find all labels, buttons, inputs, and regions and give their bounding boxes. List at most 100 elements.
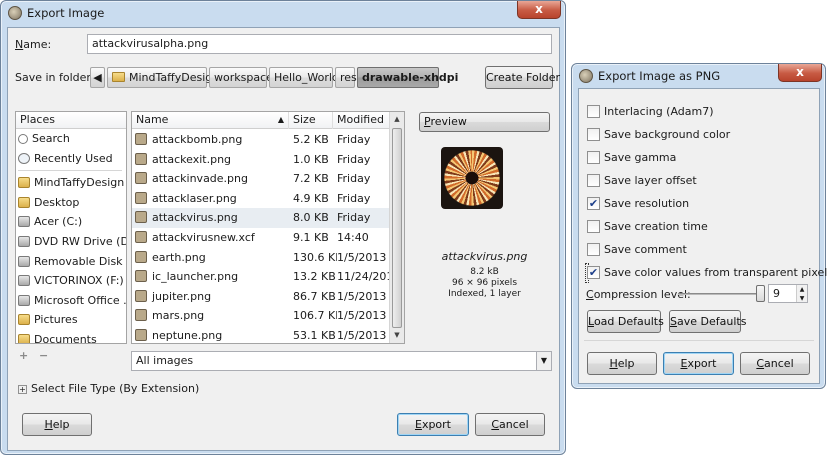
- file-row[interactable]: jupiter.png 86.7 KB 1/5/2013: [132, 287, 389, 307]
- column-modified[interactable]: Modified: [333, 112, 391, 129]
- export-button[interactable]: Export: [397, 413, 469, 436]
- file-size: 4.9 KB: [293, 191, 329, 205]
- add-place-button[interactable]: +: [19, 349, 28, 362]
- file-name: attackvirusnew.xcf: [152, 231, 255, 244]
- place-dvd-d[interactable]: DVD RW Drive (D:): [16, 232, 126, 252]
- file-size: 86.7 KB: [293, 289, 336, 303]
- place-pictures[interactable]: Pictures: [16, 310, 126, 330]
- file-size: 1.0 KB: [293, 152, 329, 166]
- png-export-button[interactable]: Export: [663, 352, 734, 375]
- export-image-window: Export Image x Name: attackvirusalpha.pn…: [0, 0, 566, 455]
- file-size: 13.2 KB: [293, 270, 336, 284]
- checkbox[interactable]: ✔: [587, 266, 600, 279]
- folder-icon: [18, 314, 30, 326]
- png-close-button[interactable]: x: [778, 64, 822, 82]
- scroll-down-icon[interactable]: ▼: [390, 328, 404, 343]
- file-filter-combo[interactable]: All images ▼: [131, 351, 552, 371]
- image-file-icon: [135, 250, 147, 263]
- file-row[interactable]: attackinvade.png 7.2 KB Friday: [132, 169, 389, 189]
- files-scroll-thumb[interactable]: [392, 128, 402, 328]
- gimp-icon: [8, 6, 22, 20]
- file-row[interactable]: neptune.png 53.1 KB 1/5/2013: [132, 326, 389, 343]
- file-row[interactable]: ic_launcher.png 13.2 KB11/24/2012: [132, 267, 393, 287]
- checkbox[interactable]: [587, 174, 600, 187]
- place-search[interactable]: Search: [16, 129, 126, 149]
- file-row[interactable]: attackexit.png 1.0 KB Friday: [132, 150, 389, 170]
- preview-toggle-button[interactable]: Preview: [419, 112, 550, 132]
- checkbox[interactable]: [587, 105, 600, 118]
- checkbox[interactable]: [587, 220, 600, 233]
- export-image-titlebar[interactable]: Export Image x: [1, 1, 565, 25]
- file-modified: 1/5/2013: [337, 329, 387, 342]
- place-mindtaffydesign[interactable]: MindTaffyDesign: [16, 173, 126, 193]
- file-row[interactable]: earth.png 130.6 KB1/5/2013: [132, 248, 389, 268]
- place-microsoft-office[interactable]: Microsoft Office ...: [16, 291, 126, 311]
- png-button-divider: [584, 340, 814, 341]
- place-documents[interactable]: Documents: [16, 330, 126, 343]
- place-victorinox-f[interactable]: VICTORINOX (F:): [16, 271, 126, 291]
- option-label: Save creation time: [604, 220, 708, 233]
- file-size: 130.6 KB: [293, 250, 337, 264]
- compression-label: Compression level:: [586, 288, 691, 301]
- spin-arrows-icon[interactable]: ▲ ▼: [796, 285, 807, 302]
- file-modified: Friday: [337, 152, 371, 166]
- png-options-titlebar[interactable]: Export Image as PNG x: [572, 64, 825, 88]
- place-recently-used[interactable]: Recently Used: [16, 149, 126, 169]
- file-row[interactable]: attackvirusnew.xcf 9.1 KB 14:40: [132, 228, 389, 248]
- places-header[interactable]: Places: [16, 112, 126, 129]
- path-segment-mindtaffydesign[interactable]: MindTaffyDesign: [107, 67, 219, 88]
- close-button[interactable]: x: [517, 1, 561, 19]
- place-acer-c[interactable]: Acer (C:): [16, 212, 126, 232]
- checkbox[interactable]: ✔: [587, 197, 600, 210]
- file-row[interactable]: mars.png 106.7 KB1/5/2013: [132, 306, 389, 326]
- file-row[interactable]: attackbomb.png 5.2 KB Friday: [132, 130, 389, 150]
- file-name: attackexit.png: [152, 152, 232, 166]
- compression-slider-track[interactable]: [678, 293, 762, 295]
- folder-icon: [18, 196, 30, 208]
- file-name: attackinvade.png: [152, 172, 248, 186]
- file-modified: 14:40: [337, 231, 369, 244]
- name-input[interactable]: attackvirusalpha.png: [87, 34, 552, 54]
- remove-place-button[interactable]: −: [39, 349, 48, 362]
- file-name: earth.png: [152, 250, 206, 264]
- path-segment-res[interactable]: res: [335, 67, 357, 88]
- checkbox[interactable]: [587, 128, 600, 141]
- checkbox[interactable]: [587, 151, 600, 164]
- compression-slider-thumb[interactable]: [756, 285, 765, 302]
- file-name: jupiter.png: [152, 289, 212, 303]
- place-desktop[interactable]: Desktop: [16, 193, 126, 213]
- column-name[interactable]: Name ▲: [132, 112, 289, 129]
- dvd-drive-icon: [18, 235, 30, 247]
- preview-dimensions: 96 × 96 pixels: [451, 278, 518, 288]
- place-removable-e[interactable]: Removable Disk (E:): [16, 252, 126, 272]
- path-segment-workspace[interactable]: workspace: [209, 67, 273, 88]
- file-name: attackbomb.png: [152, 133, 243, 146]
- file-row[interactable]: attackvirus.png 8.0 KB Friday: [132, 208, 389, 228]
- path-segment-drawable-xhdpi[interactable]: drawable-xhdpi: [357, 67, 458, 88]
- removable-drive-icon: [18, 255, 30, 267]
- file-size: 7.2 KB: [293, 172, 329, 186]
- path-back-arrow[interactable]: ◀: [90, 67, 105, 88]
- column-size[interactable]: Size: [289, 112, 333, 129]
- files-scrollbar[interactable]: ▲ ▼: [389, 112, 404, 343]
- load-defaults-button[interactable]: Load Defaults: [587, 310, 664, 333]
- path-segment-hello-world[interactable]: Hello_World: [269, 67, 339, 88]
- save-defaults-button[interactable]: Save Defaults: [669, 310, 746, 333]
- create-folder-button[interactable]: Create Folder: [485, 66, 560, 89]
- search-icon: [18, 134, 28, 144]
- file-modified: Friday: [337, 191, 371, 205]
- help-button[interactable]: Help: [22, 413, 92, 436]
- file-row[interactable]: attacklaser.png 4.9 KB Friday: [132, 189, 389, 209]
- file-type-expander[interactable]: + Select File Type (By Extension): [18, 382, 199, 395]
- png-window-title: Export Image as PNG: [598, 69, 721, 83]
- checkbox[interactable]: [587, 243, 600, 256]
- image-file-icon: [135, 191, 147, 204]
- png-cancel-button[interactable]: Cancel: [740, 352, 810, 375]
- png-help-button[interactable]: Help: [587, 352, 657, 375]
- option-label: Interlacing (Adam7): [604, 105, 714, 118]
- compression-spinbox[interactable]: 9 ▲ ▼: [768, 284, 808, 303]
- cancel-button[interactable]: Cancel: [475, 413, 545, 436]
- file-modified: Friday: [337, 211, 371, 225]
- file-name: ic_launcher.png: [152, 270, 239, 284]
- scroll-up-icon[interactable]: ▲: [390, 112, 404, 127]
